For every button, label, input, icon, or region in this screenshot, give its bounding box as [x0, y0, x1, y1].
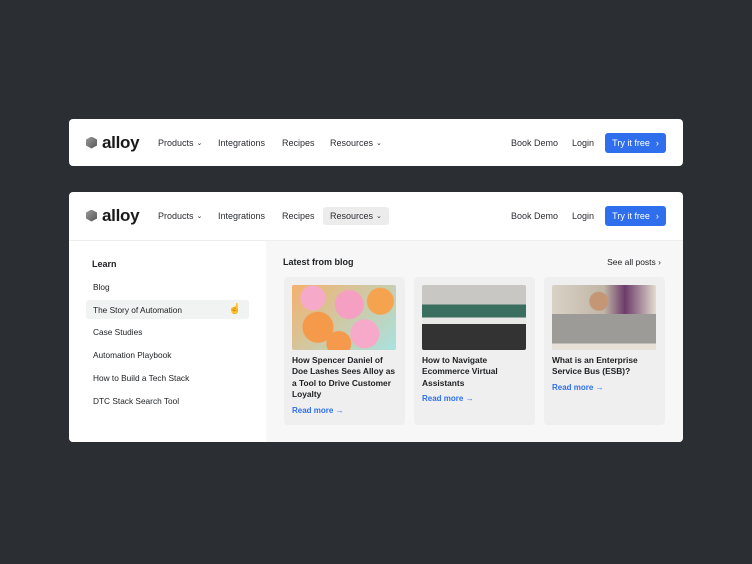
chevron-down-icon: ⌄: [196, 212, 203, 220]
menu-item-story-of-automation[interactable]: The Story of Automation ☝: [86, 300, 249, 319]
menu-item-blog[interactable]: Blog: [86, 277, 249, 296]
navbar-expanded: alloy Products ⌄ Integrations Recipes Res…: [69, 192, 683, 442]
nav-integrations[interactable]: Integrations: [218, 119, 265, 166]
menu-item-automation-playbook[interactable]: Automation Playbook: [86, 345, 249, 364]
menu-item-dtc-stack-search[interactable]: DTC Stack Search Tool: [86, 391, 249, 410]
menu-item-tech-stack[interactable]: How to Build a Tech Stack: [86, 368, 249, 387]
chevron-right-icon: ›: [655, 138, 659, 148]
learn-menu: Learn Blog The Story of Automation ☝ Case…: [69, 241, 266, 442]
logo-gem-icon: [86, 136, 97, 149]
try-free-button[interactable]: Try it free ›: [605, 133, 666, 153]
nav-resources[interactable]: Resources ⌄: [323, 207, 389, 225]
blog-post-card[interactable]: What is an Enterprise Service Bus (ESB)?…: [544, 277, 665, 425]
blog-post-card[interactable]: How to Navigate Ecommerce Virtual Assist…: [414, 277, 535, 425]
nav-recipes[interactable]: Recipes: [282, 192, 315, 239]
blog-heading: Latest from blog: [283, 257, 354, 267]
nav-resources[interactable]: Resources ⌄: [330, 119, 382, 166]
logo[interactable]: alloy: [86, 119, 140, 166]
try-free-button[interactable]: Try it free ›: [605, 206, 666, 226]
resources-dropdown: Learn Blog The Story of Automation ☝ Case…: [69, 240, 683, 442]
chevron-down-icon: ⌄: [376, 139, 382, 147]
login-link[interactable]: Login: [572, 192, 594, 239]
nav-products[interactable]: Products ⌄: [158, 119, 202, 166]
office-image: [422, 285, 526, 350]
chevron-down-icon: ⌄: [196, 139, 203, 147]
post-title: How Spencer Daniel of Doe Lashes Sees Al…: [292, 355, 396, 400]
menu-item-case-studies[interactable]: Case Studies: [86, 322, 249, 341]
post-title: What is an Enterprise Service Bus (ESB)?: [552, 355, 638, 377]
read-more-link[interactable]: Read more →: [292, 406, 344, 415]
read-more-link[interactable]: Read more →: [422, 394, 474, 403]
blog-post-card[interactable]: How Spencer Daniel of Doe Lashes Sees Al…: [284, 277, 405, 425]
chevron-down-icon: ⌄: [376, 213, 382, 220]
nav-integrations[interactable]: Integrations: [218, 192, 265, 239]
login-link[interactable]: Login: [572, 119, 594, 166]
blog-panel: Latest from blog See all posts › How Spe…: [266, 241, 683, 442]
navbar-collapsed: alloy Products ⌄ Integrations Recipes Res…: [69, 119, 683, 166]
woman-laptop-image: [552, 285, 656, 350]
post-title: How to Navigate Ecommerce Virtual Assist…: [422, 355, 498, 388]
logo[interactable]: alloy: [86, 192, 140, 239]
nav-products[interactable]: Products ⌄: [158, 192, 202, 239]
nav-recipes[interactable]: Recipes: [282, 119, 315, 166]
hand-cursor-icon: ☝: [228, 304, 241, 315]
see-all-posts-link[interactable]: See all posts ›: [607, 257, 661, 267]
book-demo-link[interactable]: Book Demo: [511, 119, 558, 166]
book-demo-link[interactable]: Book Demo: [511, 192, 558, 239]
logo-gem-icon: [86, 209, 97, 222]
balloons-image: [292, 285, 396, 350]
read-more-link[interactable]: Read more →: [552, 383, 604, 392]
chevron-right-icon: ›: [655, 211, 659, 221]
learn-heading: Learn: [92, 259, 117, 269]
